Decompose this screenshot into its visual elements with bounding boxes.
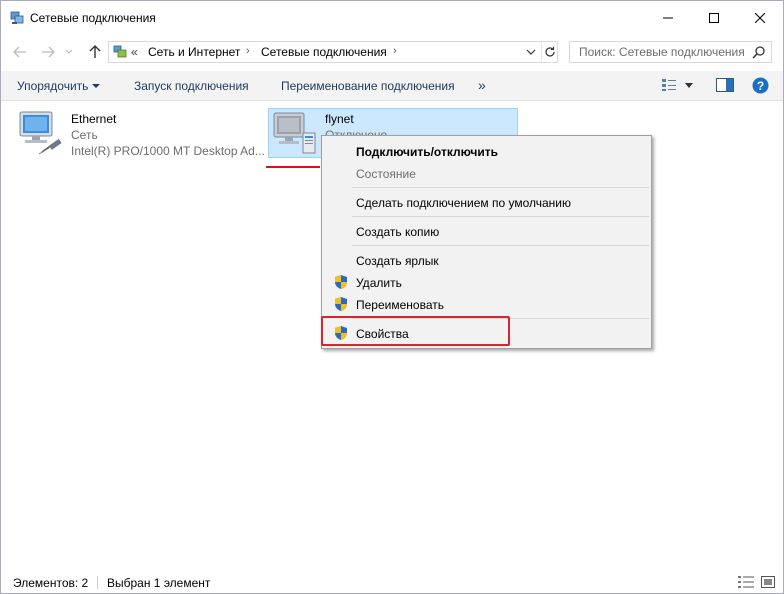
item-device: Intel(R) PRO/1000 MT Desktop Ad... [71,144,265,158]
control-panel-icon [113,45,127,58]
arrow-up-icon [89,45,101,58]
menu-item-delete[interactable]: Удалить [356,276,402,290]
dropdown-arrow-icon [92,83,101,88]
view-options-chevron-icon[interactable] [685,83,693,88]
address-history-button[interactable] [523,44,539,60]
menu-separator [352,187,649,188]
search-input[interactable]: Поиск: Сетевые подключения [569,41,772,63]
breadcrumb-separator-icon[interactable]: › [246,45,250,57]
maximize-icon [709,13,719,23]
menu-item-create-copy[interactable]: Создать копию [356,225,439,239]
ethernet-adapter-icon [19,111,62,155]
change-view-icon[interactable] [662,78,678,92]
svg-text:?: ? [757,79,764,93]
minimize-button[interactable] [645,1,691,35]
more-commands-button[interactable]: » [478,77,486,93]
menu-item-connect-disconnect[interactable]: Подключить/отключить [356,145,498,159]
minimize-icon [663,17,673,19]
organize-label: Упорядочить [17,79,89,93]
menu-item-status: Состояние [356,167,416,181]
chevron-down-icon [65,49,73,54]
address-bar[interactable]: « Сеть и Интернет › Сетевые подключения … [108,41,558,63]
up-button[interactable] [84,42,106,62]
status-items-count: Элементов: 2 [13,576,89,590]
close-icon [755,13,765,23]
explorer-window: Сетевые подключения « Сеть и Интернет › … [0,0,784,594]
breadcrumb-network-internet[interactable]: Сеть и Интернет [148,45,240,59]
status-bar: Элементов: 2 Выбран 1 элемент [1,571,783,593]
menu-item-set-default[interactable]: Сделать подключением по умолчанию [356,196,571,210]
network-connections-icon [10,11,24,24]
recent-locations-button[interactable] [62,42,76,62]
arrow-right-icon [42,46,55,58]
preview-pane-icon[interactable] [716,78,734,92]
window-title: Сетевые подключения [30,11,156,25]
vpn-connection-icon [273,112,316,154]
start-connection-button[interactable]: Запуск подключения [134,79,249,93]
chevron-down-icon [526,49,536,55]
title-bar: Сетевые подключения [1,1,783,35]
breadcrumb-network-connections[interactable]: Сетевые подключения [261,45,387,59]
help-icon[interactable]: ? [752,77,769,94]
menu-item-create-shortcut[interactable]: Создать ярлык [356,254,439,268]
search-icon [752,46,765,59]
status-selected: Выбран 1 элемент [107,576,211,590]
status-separator [97,576,98,589]
breadcrumb-separator-icon[interactable]: › [393,45,397,57]
menu-item-rename[interactable]: Переименовать [356,298,444,312]
rename-connection-button[interactable]: Переименование подключения [281,79,455,93]
command-bar: Упорядочить Запуск подключения Переимено… [1,71,783,101]
menu-separator [352,216,649,217]
uac-shield-icon [335,275,347,289]
arrow-left-icon [13,46,26,58]
maximize-button[interactable] [691,1,737,35]
item-name: flynet [325,112,354,126]
search-placeholder: Поиск: Сетевые подключения [579,45,745,59]
close-button[interactable] [737,1,783,35]
annotation-highlight-box [321,316,510,346]
forward-button[interactable] [37,42,59,62]
refresh-button[interactable] [541,42,557,62]
organize-button[interactable]: Упорядочить [17,79,101,93]
details-view-icon[interactable] [738,576,754,588]
menu-separator [352,245,649,246]
address-overflow[interactable]: « [131,45,138,59]
list-item-ethernet[interactable]: Ethernet Сеть Intel(R) PRO/1000 MT Deskt… [15,108,265,164]
annotation-underline [266,166,320,168]
item-status: Сеть [71,128,98,142]
large-icons-view-icon[interactable] [761,576,775,588]
uac-shield-icon [335,297,347,311]
item-name: Ethernet [71,112,117,126]
refresh-icon [544,46,555,57]
back-button[interactable] [9,42,31,62]
